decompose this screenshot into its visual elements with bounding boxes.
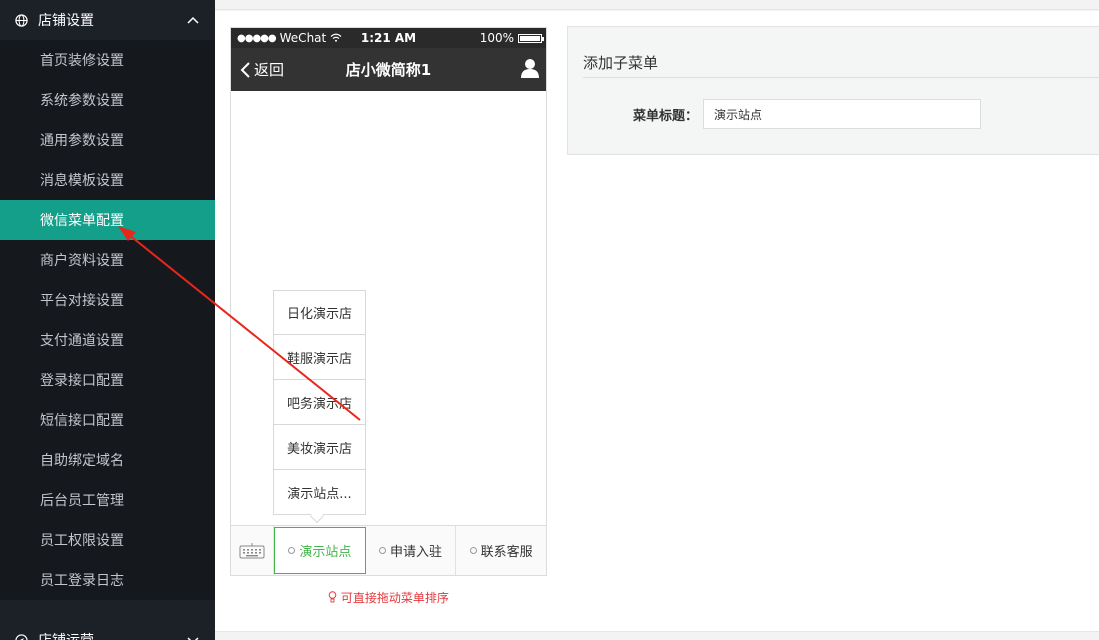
drag-hint: 可直接拖动菜单排序 xyxy=(230,589,547,606)
submenu-item[interactable]: 鞋服演示店 xyxy=(273,335,366,380)
sidebar-item-label: 短信接口配置 xyxy=(40,413,124,429)
page: 店铺设置 首页装修设置 系统参数设置 通用参数设置 消息模板设置 微信菜单配置 … xyxy=(0,0,1099,640)
submenu-popup: 日化演示店 鞋服演示店 吧务演示店 美妆演示店 演示站点... xyxy=(273,290,366,524)
compass-icon xyxy=(14,633,28,640)
menu-title-input[interactable] xyxy=(703,99,981,129)
sidebar-group-label: 店铺运营 xyxy=(38,630,94,640)
top-strip xyxy=(215,0,1099,10)
menu-dot-icon xyxy=(469,547,477,554)
phone-nav-bar: 返回 店小微简称1 xyxy=(231,48,546,91)
sidebar-item-label: 微信菜单配置 xyxy=(40,213,124,229)
back-button[interactable]: 返回 xyxy=(231,59,284,80)
sidebar-item-label: 商户资料设置 xyxy=(40,253,124,269)
menu-button-demo-site[interactable]: 演示站点 xyxy=(274,527,366,574)
add-submenu-panel: 添加子菜单 菜单标题： xyxy=(567,26,1099,155)
submenu-item[interactable]: 日化演示店 xyxy=(273,290,366,335)
battery-icon xyxy=(518,33,544,43)
sidebar-item-label: 首页装修设置 xyxy=(40,53,124,69)
sidebar-item-label: 员工登录日志 xyxy=(40,573,124,589)
phone-status-bar: ●●●●● WeChat 1:21 AM 100% xyxy=(231,28,546,48)
sidebar-item-label: 后台员工管理 xyxy=(40,493,124,509)
chevron-down-icon xyxy=(185,632,201,640)
sidebar-group-label: 店铺设置 xyxy=(38,13,94,29)
sidebar-item-homepage-decoration[interactable]: 首页装修设置 xyxy=(0,40,215,80)
sidebar-item-login-api[interactable]: 登录接口配置 xyxy=(0,360,215,400)
sidebar-item-label: 自助绑定域名 xyxy=(40,453,124,469)
menu-dot-icon xyxy=(379,547,386,554)
sidebar-item-staff-login-log[interactable]: 员工登录日志 xyxy=(0,560,215,600)
panel-divider xyxy=(583,77,1099,78)
submenu-item[interactable]: 演示站点... xyxy=(273,470,366,515)
menu-button-label: 联系客服 xyxy=(480,545,533,560)
sidebar-item-payment-channel[interactable]: 支付通道设置 xyxy=(0,320,215,360)
sidebar-item-platform-integration[interactable]: 平台对接设置 xyxy=(0,280,215,320)
sidebar-item-label: 员工权限设置 xyxy=(40,533,124,549)
phone-menu-bar: 演示站点 申请入驻 联系客服 xyxy=(231,525,546,575)
globe-icon xyxy=(14,13,28,27)
panel-title: 添加子菜单 xyxy=(583,54,659,72)
sidebar-item-bind-domain[interactable]: 自助绑定域名 xyxy=(0,440,215,480)
sidebar-item-staff-management[interactable]: 后台员工管理 xyxy=(0,480,215,520)
sidebar-item-merchant-profile[interactable]: 商户资料设置 xyxy=(0,240,215,280)
battery-info: 100% xyxy=(479,31,544,45)
back-label: 返回 xyxy=(254,61,285,79)
sidebar-item-label: 通用参数设置 xyxy=(40,133,124,149)
sidebar: 店铺设置 首页装修设置 系统参数设置 通用参数设置 消息模板设置 微信菜单配置 … xyxy=(0,0,215,640)
user-icon[interactable] xyxy=(520,58,540,82)
keyboard-toggle[interactable] xyxy=(231,526,274,575)
sidebar-group-shop-settings[interactable]: 店铺设置 xyxy=(0,0,215,40)
sidebar-item-label: 系统参数设置 xyxy=(40,93,124,109)
menu-button-label: 申请入驻 xyxy=(390,545,443,560)
submenu-item[interactable]: 吧务演示店 xyxy=(273,380,366,425)
menu-button-label: 演示站点 xyxy=(299,545,352,560)
menu-dot-icon xyxy=(288,547,296,554)
sidebar-item-label: 平台对接设置 xyxy=(40,293,124,309)
sidebar-submenu: 首页装修设置 系统参数设置 通用参数设置 消息模板设置 微信菜单配置 商户资料设… xyxy=(0,40,215,600)
sidebar-item-sms-api[interactable]: 短信接口配置 xyxy=(0,400,215,440)
drag-hint-text: 可直接拖动菜单排序 xyxy=(340,591,449,605)
sidebar-item-label: 支付通道设置 xyxy=(40,333,124,349)
chevron-up-icon xyxy=(185,12,201,28)
sidebar-group-shop-operations[interactable]: 店铺运营 xyxy=(0,620,215,640)
sidebar-item-label: 消息模板设置 xyxy=(40,173,124,189)
bottom-strip xyxy=(215,631,1099,640)
chevron-left-icon xyxy=(240,61,250,78)
menu-button-contact[interactable]: 联系客服 xyxy=(456,526,546,575)
sidebar-item-wechat-menu[interactable]: 微信菜单配置 xyxy=(0,200,215,240)
battery-percent: 100% xyxy=(479,31,514,45)
lightbulb-icon xyxy=(328,591,337,603)
keyboard-icon xyxy=(239,542,265,558)
sidebar-item-staff-permissions[interactable]: 员工权限设置 xyxy=(0,520,215,560)
sidebar-item-label: 登录接口配置 xyxy=(40,373,124,389)
sidebar-item-system-params[interactable]: 系统参数设置 xyxy=(0,80,215,120)
menu-button-apply[interactable]: 申请入驻 xyxy=(366,526,457,575)
submenu-item[interactable]: 美妆演示店 xyxy=(273,425,366,470)
sidebar-item-message-templates[interactable]: 消息模板设置 xyxy=(0,160,215,200)
sidebar-item-general-params[interactable]: 通用参数设置 xyxy=(0,120,215,160)
menu-title-label: 菜单标题： xyxy=(633,109,699,124)
